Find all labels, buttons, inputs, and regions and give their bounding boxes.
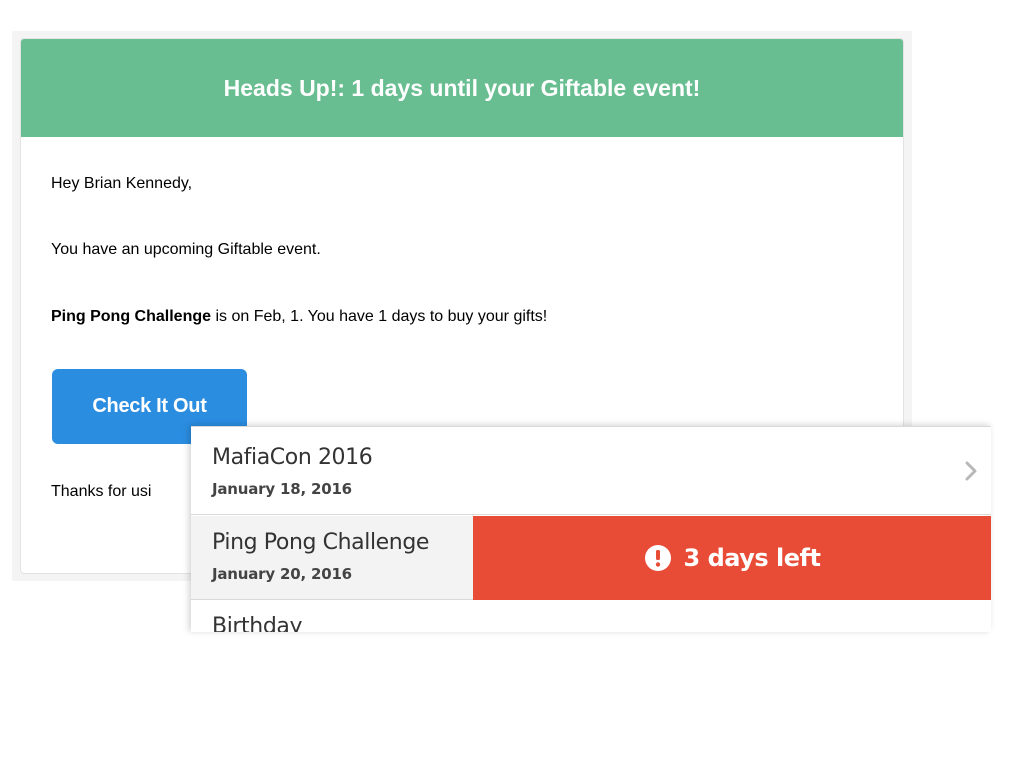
event-name: MafiaCon 2016 [212, 445, 373, 470]
intro-text: You have an upcoming Giftable event. [51, 241, 321, 258]
alert-icon [644, 545, 671, 571]
event-row-ping-pong[interactable]: Ping Pong Challenge January 20, 2016 3 d… [191, 516, 991, 600]
greeting-text: Hey Brian Kennedy, [51, 175, 193, 192]
event-row-mafiacon[interactable]: MafiaCon 2016 January 18, 2016 [191, 431, 991, 515]
days-left-badge: 3 days left [473, 516, 991, 600]
event-name-bold: Ping Pong Challenge [51, 308, 212, 325]
email-header-title: Heads Up!: 1 days until your Giftable ev… [223, 74, 701, 101]
check-it-out-label: Check It Out [92, 395, 207, 417]
event-date: January 20, 2016 [212, 565, 352, 583]
closing-text: Thanks for usi [51, 483, 152, 500]
event-name: Birthday [212, 614, 303, 632]
event-detail-rest: is on Feb, 1. You have 1 days to buy you… [211, 308, 548, 325]
event-name: Ping Pong Challenge [212, 530, 430, 555]
event-row-birthday[interactable]: Birthday [191, 600, 991, 632]
chevron-right-icon [965, 461, 977, 481]
event-date: January 18, 2016 [212, 480, 352, 498]
event-detail-text: Ping Pong Challenge is on Feb, 1. You ha… [51, 308, 547, 326]
email-header: Heads Up!: 1 days until your Giftable ev… [21, 39, 903, 137]
event-list: MafiaCon 2016 January 18, 2016 Ping Pong… [191, 426, 991, 632]
days-left-label: 3 days left [683, 544, 821, 572]
